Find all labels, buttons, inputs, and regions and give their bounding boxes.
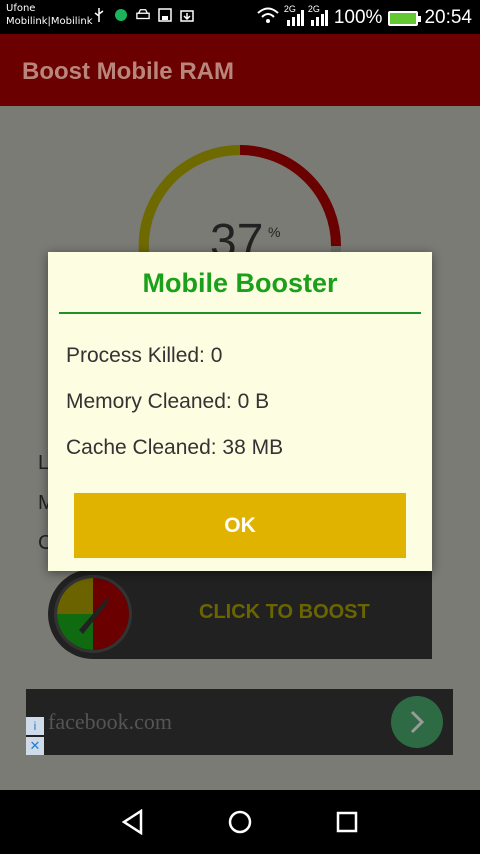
usb-icon <box>92 8 106 22</box>
chevron-right-icon[interactable] <box>391 696 443 748</box>
vpn-icon <box>114 8 128 22</box>
download-icon <box>180 8 194 22</box>
wifi-icon <box>256 6 280 30</box>
rocket-icon <box>54 575 132 653</box>
memory-cleaned-text: Memory Cleaned: 0 B <box>66 390 270 413</box>
app-title: Boost Mobile RAM <box>22 58 234 85</box>
recents-icon[interactable] <box>331 806 363 838</box>
battery-percent: 100% <box>333 7 383 28</box>
gauge-unit: % <box>268 224 281 240</box>
close-icon[interactable]: ✕ <box>26 737 44 755</box>
network-type-2: 2G <box>307 4 320 14</box>
status-right: 2G 2G 100% 20:54 <box>256 4 472 30</box>
signal-strength-2: 2G <box>308 4 328 26</box>
notification-icons <box>92 8 194 22</box>
back-icon[interactable] <box>117 806 149 838</box>
ad-banner[interactable]: facebook.com i ✕ <box>26 689 453 755</box>
carrier-name-1: Ufone <box>6 3 36 14</box>
ad-text: facebook.com <box>48 709 172 734</box>
save-icon <box>158 8 172 22</box>
status-bar: Ufone Mobilink|Mobilink 2G 2G 100% 20:54 <box>0 0 480 34</box>
clock: 20:54 <box>424 7 472 28</box>
home-icon[interactable] <box>224 806 256 838</box>
boost-button[interactable]: CLICK TO BOOST <box>48 569 432 659</box>
dialog-divider <box>59 312 421 314</box>
boost-label: CLICK TO BOOST <box>199 601 370 623</box>
signal-strength-1: 2G <box>284 4 304 26</box>
navigation-bar <box>0 790 480 854</box>
dialog-title: Mobile Booster <box>142 268 338 298</box>
process-killed-text: Process Killed: 0 <box>66 344 223 367</box>
app-bar: Boost Mobile RAM <box>0 34 480 106</box>
booster-dialog: Mobile Booster Process Killed: 0 Memory … <box>48 252 432 571</box>
network-type-1: 2G <box>283 4 296 14</box>
car-icon <box>136 8 150 22</box>
battery-icon <box>388 10 422 26</box>
info-icon[interactable]: i <box>26 717 44 735</box>
ok-button[interactable]: OK <box>74 493 406 558</box>
carrier-info: Ufone Mobilink|Mobilink <box>6 2 92 28</box>
cache-cleaned-text: Cache Cleaned: 38 MB <box>66 436 284 459</box>
carrier-name-2: Mobilink|Mobilink <box>6 16 93 27</box>
